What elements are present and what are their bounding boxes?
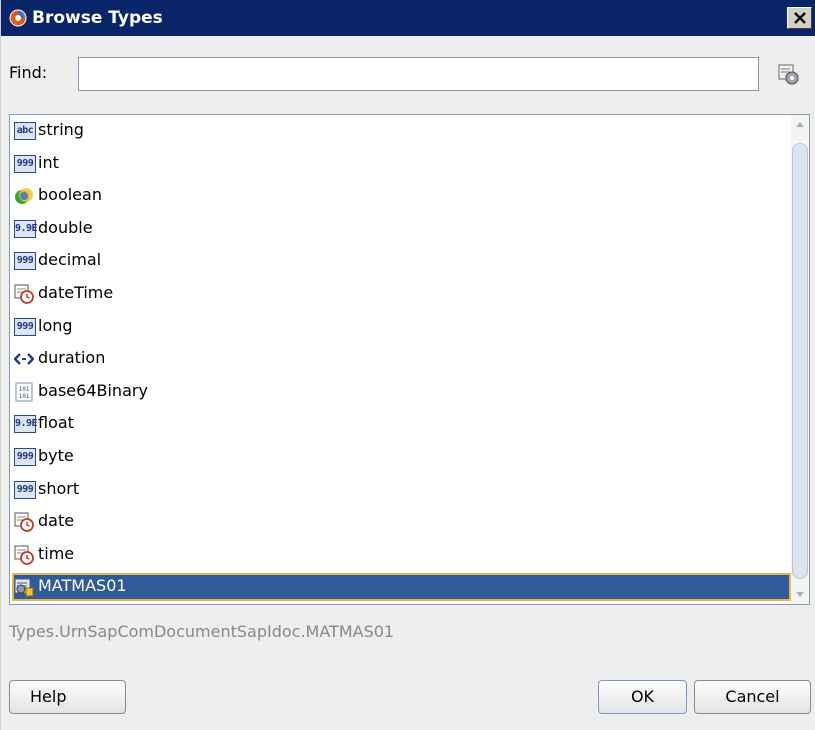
numeric-type-icon: 999	[14, 480, 36, 499]
type-list-item-label: decimal	[38, 250, 102, 270]
date-type-icon	[14, 545, 34, 565]
svg-text:101: 101	[19, 386, 30, 393]
type-list-item[interactable]: time	[12, 541, 791, 569]
type-list-item[interactable]: 9.9E float	[12, 410, 791, 438]
close-button[interactable]	[787, 7, 812, 29]
duration-type-icon	[13, 349, 35, 369]
type-list-item-label: MATMAS01	[38, 576, 127, 596]
float-type-icon: 9.9E	[14, 219, 38, 238]
type-list-item-label: double	[38, 217, 93, 237]
type-list-item-label: short	[38, 478, 80, 498]
type-list-item-label: float	[38, 413, 74, 433]
type-list-item[interactable]: MATMAS01	[12, 573, 791, 602]
ok-button[interactable]: OK	[598, 680, 687, 714]
numeric-type-icon: 999	[14, 154, 36, 173]
complex-type-icon	[14, 577, 34, 597]
type-list-item[interactable]: dateTime	[12, 280, 791, 308]
type-list-item-label: int	[38, 152, 59, 172]
types-list[interactable]: abc string 999 int boolean 9.9E double 999 decim…	[9, 114, 810, 605]
string-type-icon: abc	[14, 122, 36, 140]
browse-types-dialog: Browse Types Find: abc string 999 int boolea…	[0, 0, 815, 730]
scroll-down-arrow-icon[interactable]	[791, 586, 809, 604]
title-bar[interactable]: Browse Types	[1, 0, 815, 36]
float-type-icon: 9.9E	[14, 415, 38, 434]
type-list-item[interactable]: 999 long	[12, 313, 791, 341]
type-list-item-label: date	[38, 511, 75, 531]
scroll-up-arrow-icon[interactable]	[791, 115, 809, 133]
type-list-item-label: base64Binary	[38, 380, 148, 400]
search-options-icon[interactable]	[778, 64, 800, 86]
selected-type-path: Types.UrnSapComDocumentSapIdoc.MATMAS01	[9, 622, 395, 641]
type-list-item-label: string	[38, 120, 84, 139]
cancel-button[interactable]: Cancel	[694, 680, 811, 714]
scrollbar-thumb[interactable]	[792, 143, 808, 579]
type-list-item-label: duration	[38, 348, 106, 368]
dialog-title: Browse Types	[32, 8, 163, 28]
type-list-item[interactable]: boolean	[12, 182, 791, 210]
binary-type-icon: 101 101	[14, 382, 34, 402]
type-list-item[interactable]: duration	[12, 345, 791, 373]
type-list-item[interactable]: 9.9E double	[12, 215, 791, 243]
type-list-item[interactable]: 999 int	[12, 150, 791, 178]
vertical-scrollbar[interactable]	[791, 115, 809, 604]
numeric-type-icon: 999	[14, 448, 36, 466]
type-list-item[interactable]: 101 101 base64Binary	[12, 378, 791, 406]
type-list-item-label: long	[38, 315, 73, 335]
type-list-item[interactable]: 999 short	[12, 476, 791, 504]
find-label: Find:	[9, 63, 48, 82]
help-button[interactable]: Help	[9, 680, 126, 714]
close-icon	[794, 12, 806, 24]
date-type-icon	[14, 284, 34, 304]
numeric-type-icon: 999	[14, 252, 36, 271]
type-list-item-label: byte	[38, 446, 74, 465]
type-list-item[interactable]: abc string	[12, 117, 791, 145]
boolean-type-icon	[14, 186, 34, 206]
type-list-item[interactable]: 999 byte	[12, 443, 791, 471]
type-list-item-label: boolean	[38, 185, 102, 205]
type-list-item[interactable]: 999 decimal	[12, 247, 791, 275]
find-input[interactable]	[78, 57, 759, 91]
svg-text:101: 101	[19, 393, 30, 400]
numeric-type-icon: 999	[14, 317, 36, 336]
type-list-item[interactable]: date	[12, 508, 791, 536]
type-list-item-label: time	[38, 543, 75, 563]
type-list-item-label: dateTime	[38, 283, 114, 302]
date-type-icon	[14, 512, 34, 533]
oracle-app-icon	[9, 9, 27, 27]
